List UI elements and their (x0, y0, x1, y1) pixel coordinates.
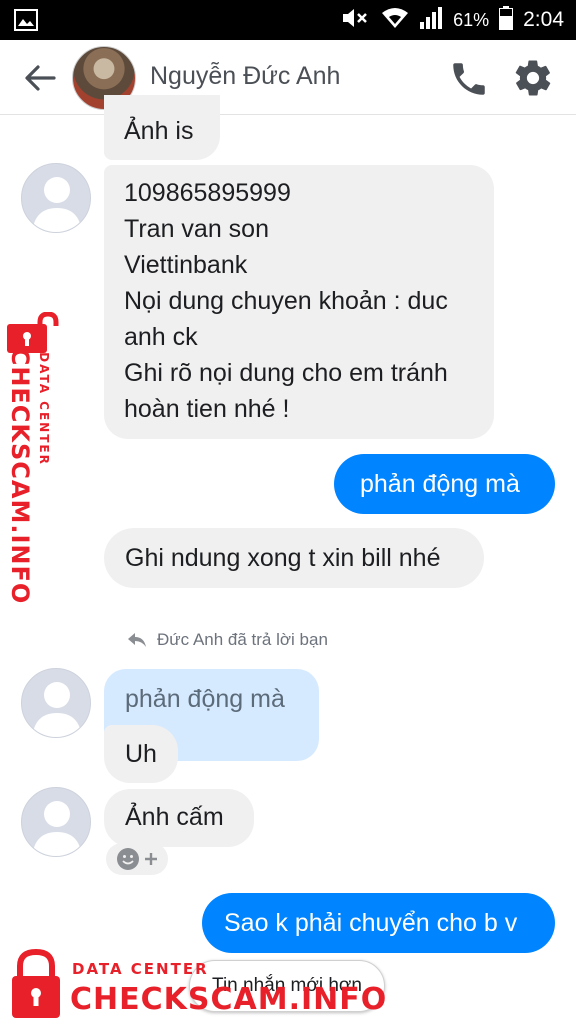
sender-avatar[interactable] (21, 668, 91, 738)
gear-icon[interactable] (512, 57, 554, 104)
watermark-big-text: CHECKSCAM.INFO (70, 982, 388, 1017)
outgoing-message[interactable]: phản động mà (334, 454, 555, 514)
watermark-small-text: DATA CENTER (72, 960, 209, 978)
reply-note-text: Đức Anh đã trả lời bạn (157, 630, 328, 649)
smiley-icon (117, 848, 139, 870)
phone-icon[interactable] (448, 58, 490, 105)
status-bar: 61% 2:04 (0, 0, 576, 40)
back-arrow-icon[interactable] (22, 60, 58, 96)
message-text: Sao k phải chuyển cho b v (224, 909, 518, 937)
message-text: Uh (125, 740, 157, 768)
incoming-message[interactable]: Uh (104, 725, 178, 783)
message-text: Ghi ndung xong t xin bill nhé (125, 544, 441, 572)
lock-icon (12, 948, 60, 1018)
message-line: anh ck (124, 323, 198, 351)
watermark-small-text: DATA CENTER (37, 352, 51, 466)
message-thread[interactable]: Ảnh is 109865895999 Tran van son Viettin… (0, 95, 576, 1024)
reply-indicator: Đức Anh đã trả lời bạn (127, 630, 328, 650)
sender-avatar[interactable] (21, 163, 91, 233)
sender-avatar[interactable] (21, 787, 91, 857)
message-line: Tran van son (124, 215, 269, 243)
contact-name[interactable]: Nguyễn Đức Anh (150, 62, 340, 91)
incoming-message[interactable]: Ảnh is (104, 95, 220, 160)
message-text: phản động mà (360, 470, 520, 498)
plus-icon (145, 853, 157, 865)
message-line: hoàn tien nhé ! (124, 395, 290, 423)
battery-percent: 61% (453, 9, 490, 30)
conversation-header: Nguyễn Đức Anh (0, 40, 576, 115)
message-line: 109865895999 (124, 179, 291, 207)
watermark-big-text: CHECKSCAM.INFO (6, 347, 34, 605)
watermark-bottom: DATA CENTER CHECKSCAM.INFO (0, 944, 386, 1024)
signal-icon (419, 6, 443, 35)
add-reaction-button[interactable] (106, 843, 168, 875)
message-line: Nọi dung chuyen khoản : duc (124, 287, 448, 315)
incoming-message[interactable]: Ghi ndung xong t xin bill nhé (104, 528, 484, 588)
quoted-text: phản động mà (125, 685, 285, 713)
wifi-icon (381, 7, 409, 34)
mute-icon (341, 7, 371, 34)
incoming-message[interactable]: 109865895999 Tran van son Viettinbank Nọ… (104, 165, 494, 439)
message-line: Ghi rõ nọi dung cho em tránh (124, 359, 448, 387)
battery-icon (499, 5, 514, 35)
incoming-message[interactable]: Ảnh cấm (104, 789, 254, 847)
message-text: Ảnh is (124, 117, 194, 145)
message-line: Viettinbank (124, 251, 248, 279)
message-text: Ảnh cấm (125, 803, 224, 831)
clock: 2:04 (523, 8, 564, 31)
watermark-side: DATA CENTER CHECKSCAM.INFO (2, 312, 66, 604)
reply-icon (128, 633, 146, 647)
image-icon (14, 9, 38, 36)
